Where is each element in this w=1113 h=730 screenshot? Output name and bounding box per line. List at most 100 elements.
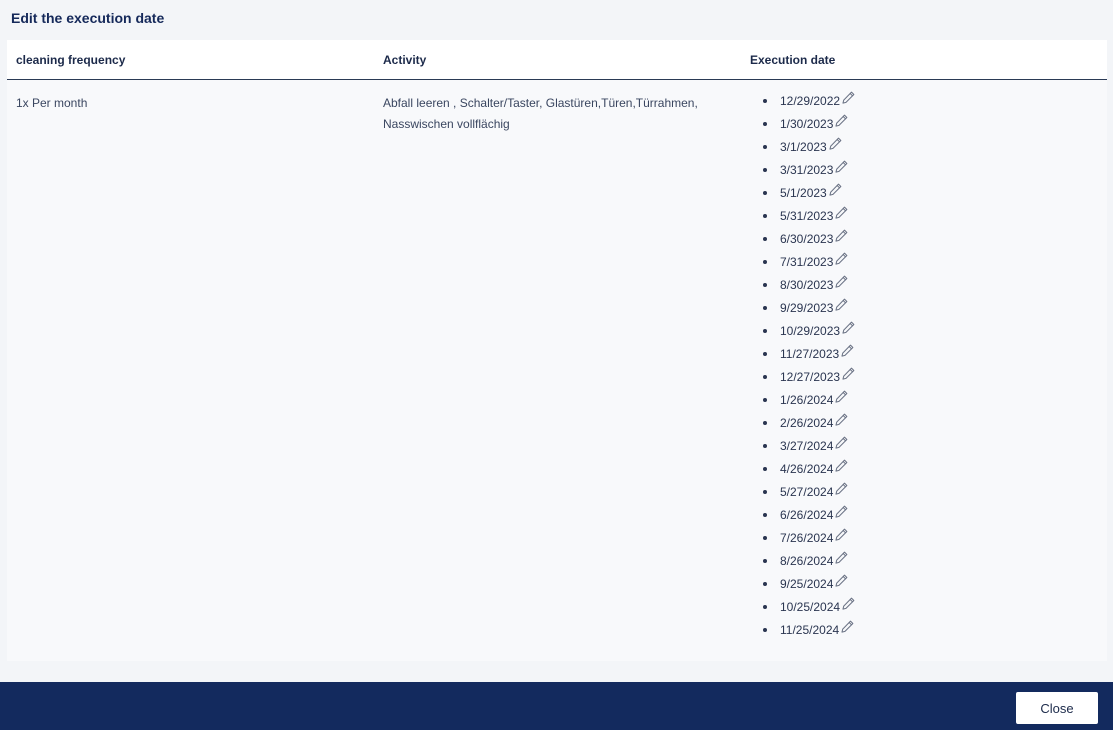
execution-date-item: 8/30/2023 <box>759 273 856 296</box>
execution-date-text: 5/1/2023 <box>780 185 827 200</box>
execution-date-item: 3/31/2023 <box>759 158 856 181</box>
execution-date-list: 12/29/2022 1/30/2023 3/1/2023 3/31/2023 5/1/… <box>759 89 856 641</box>
execution-date-text: 4/26/2024 <box>780 461 834 476</box>
pencil-icon[interactable] <box>834 159 849 174</box>
pencil-icon[interactable] <box>834 228 849 243</box>
pencil-icon[interactable] <box>840 619 855 634</box>
execution-date-item: 5/1/2023 <box>759 181 856 204</box>
bullet <box>763 420 767 425</box>
header-cleaning-frequency: cleaning frequency <box>16 53 126 67</box>
pencil-icon[interactable] <box>834 113 849 128</box>
bullet <box>763 167 767 172</box>
execution-date-text: 9/29/2023 <box>780 300 834 315</box>
bullet <box>763 98 767 103</box>
execution-date-text: 1/26/2024 <box>780 392 834 407</box>
execution-date-item: 10/25/2024 <box>759 595 856 618</box>
bullet <box>763 512 767 517</box>
execution-date-text: 3/1/2023 <box>780 139 827 154</box>
modal-header: Edit the execution date <box>0 0 1113 40</box>
execution-date-text: 6/30/2023 <box>780 231 834 246</box>
execution-date-text: 12/29/2022 <box>780 93 841 108</box>
bullet <box>763 328 767 333</box>
pencil-icon[interactable] <box>834 550 849 565</box>
execution-date-item: 11/25/2024 <box>759 618 856 641</box>
pencil-icon[interactable] <box>834 389 849 404</box>
execution-date-item: 12/27/2023 <box>759 365 856 388</box>
modal-footer: Close <box>0 682 1113 730</box>
bullet <box>763 282 767 287</box>
pencil-icon[interactable] <box>840 343 855 358</box>
execution-date-text: 12/27/2023 <box>780 369 841 384</box>
execution-date-text: 5/31/2023 <box>780 208 834 223</box>
execution-date-item: 1/26/2024 <box>759 388 856 411</box>
execution-date-text: 11/27/2023 <box>780 346 840 361</box>
execution-date-item: 5/27/2024 <box>759 480 856 503</box>
execution-date-item: 8/26/2024 <box>759 549 856 572</box>
execution-date-item: 6/30/2023 <box>759 227 856 250</box>
execution-date-text: 10/29/2023 <box>780 323 841 338</box>
execution-date-item: 6/26/2024 <box>759 503 856 526</box>
cell-activity: Abfall leeren , Schalter/Taster, Glastür… <box>383 93 698 135</box>
execution-date-item: 9/29/2023 <box>759 296 856 319</box>
bullet <box>763 144 767 149</box>
pencil-icon[interactable] <box>828 136 843 151</box>
execution-date-text: 6/26/2024 <box>780 507 834 522</box>
pencil-icon[interactable] <box>834 251 849 266</box>
modal-title: Edit the execution date <box>11 10 165 26</box>
bullet <box>763 121 767 126</box>
execution-date-text: 8/30/2023 <box>780 277 834 292</box>
pencil-icon[interactable] <box>834 481 849 496</box>
execution-date-text: 3/27/2024 <box>780 438 834 453</box>
activity-line: Abfall leeren , Schalter/Taster, Glastür… <box>383 96 698 110</box>
bullet <box>763 213 767 218</box>
pencil-icon[interactable] <box>841 320 856 335</box>
execution-date-item: 3/27/2024 <box>759 434 856 457</box>
bullet <box>763 558 767 563</box>
bullet <box>763 305 767 310</box>
execution-date-text: 1/30/2023 <box>780 116 834 131</box>
pencil-icon[interactable] <box>841 366 856 381</box>
execution-date-text: 11/25/2024 <box>780 622 840 637</box>
pencil-icon[interactable] <box>834 573 849 588</box>
execution-date-text: 10/25/2024 <box>780 599 841 614</box>
cell-frequency: 1x Per month <box>16 96 88 110</box>
bullet <box>763 443 767 448</box>
activity-line: Nasswischen vollflächig <box>383 117 510 131</box>
bullet <box>763 351 767 356</box>
execution-date-item: 7/26/2024 <box>759 526 856 549</box>
execution-date-item: 10/29/2023 <box>759 319 856 342</box>
execution-date-item: 5/31/2023 <box>759 204 856 227</box>
pencil-icon[interactable] <box>834 297 849 312</box>
execution-table: cleaning frequency Activity Execution da… <box>7 40 1107 661</box>
bullet <box>763 374 767 379</box>
execution-date-item: 12/29/2022 <box>759 89 856 112</box>
table-header-row: cleaning frequency Activity Execution da… <box>7 40 1107 80</box>
execution-date-item: 11/27/2023 <box>759 342 856 365</box>
bullet <box>763 236 767 241</box>
pencil-icon[interactable] <box>834 504 849 519</box>
bullet <box>763 535 767 540</box>
close-button[interactable]: Close <box>1016 692 1098 724</box>
execution-date-item: 7/31/2023 <box>759 250 856 273</box>
bullet <box>763 581 767 586</box>
pencil-icon[interactable] <box>841 596 856 611</box>
execution-date-text: 7/26/2024 <box>780 530 834 545</box>
bullet <box>763 627 767 632</box>
pencil-icon[interactable] <box>841 90 856 105</box>
execution-date-text: 5/27/2024 <box>780 484 834 499</box>
header-execution-date: Execution date <box>750 53 836 67</box>
bullet <box>763 489 767 494</box>
pencil-icon[interactable] <box>834 527 849 542</box>
execution-date-text: 3/31/2023 <box>780 162 834 177</box>
execution-date-item: 1/30/2023 <box>759 112 856 135</box>
execution-date-item: 2/26/2024 <box>759 411 856 434</box>
pencil-icon[interactable] <box>834 205 849 220</box>
pencil-icon[interactable] <box>834 458 849 473</box>
header-activity: Activity <box>383 53 427 67</box>
pencil-icon[interactable] <box>834 435 849 450</box>
pencil-icon[interactable] <box>828 182 843 197</box>
bullet <box>763 466 767 471</box>
pencil-icon[interactable] <box>834 412 849 427</box>
pencil-icon[interactable] <box>834 274 849 289</box>
execution-date-text: 7/31/2023 <box>780 254 834 269</box>
